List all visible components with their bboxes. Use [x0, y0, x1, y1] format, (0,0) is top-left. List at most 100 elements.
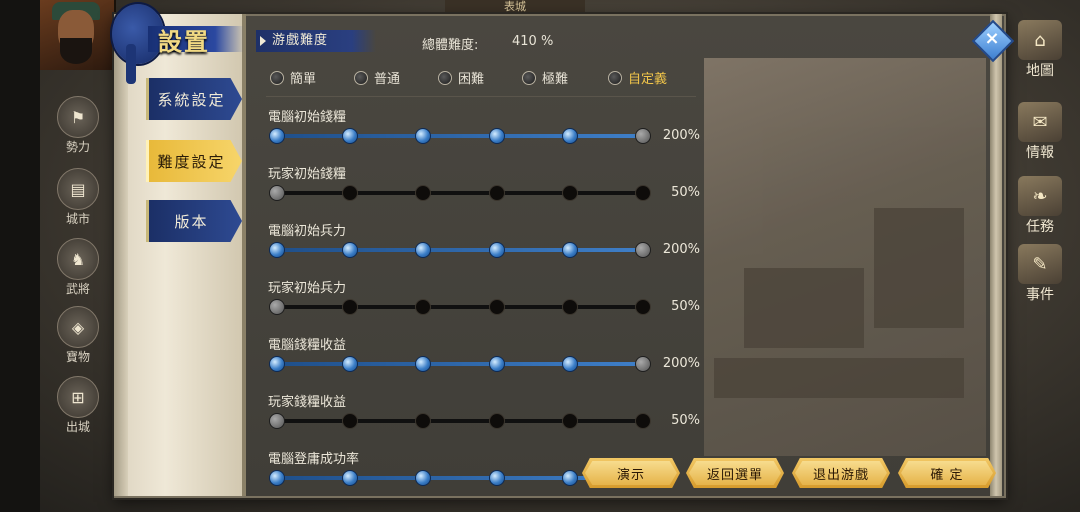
setting-slider[interactable]	[269, 299, 651, 315]
radio-dot-icon	[438, 70, 452, 85]
confirm-button[interactable]: 確 定	[898, 458, 996, 488]
slider-step[interactable]	[342, 299, 359, 315]
slider-step[interactable]	[561, 128, 578, 144]
tab-system-settings[interactable]: 系統設定	[146, 78, 242, 120]
exit-game-button[interactable]: 退出游戲	[792, 458, 890, 488]
slider-step[interactable]	[488, 185, 505, 201]
slider-step[interactable]	[415, 470, 432, 486]
hud-menu-label: 任務	[1026, 219, 1054, 235]
slider-step[interactable]	[415, 299, 432, 315]
slider-step[interactable]	[342, 128, 359, 144]
slider-step[interactable]	[488, 470, 505, 486]
hud-menu-label: 勢力	[65, 140, 90, 154]
slider-track[interactable]	[276, 134, 642, 138]
slider-track[interactable]	[276, 248, 642, 252]
slider-step[interactable]	[561, 470, 578, 486]
slider-step[interactable]	[269, 128, 285, 144]
slider-handle[interactable]	[269, 299, 285, 315]
slider-step[interactable]	[561, 242, 578, 258]
general-icon: ♞	[57, 238, 99, 280]
hud-menu-intel[interactable]: ✉ 情報	[1006, 102, 1074, 162]
radio-label: 困難	[458, 72, 485, 87]
slider-step[interactable]	[415, 356, 432, 372]
slider-step[interactable]	[342, 470, 359, 486]
preview-building	[744, 268, 864, 348]
setting-slider[interactable]	[269, 242, 651, 258]
tab-version[interactable]: 版本	[146, 200, 242, 242]
slider-step[interactable]	[561, 185, 578, 201]
setting-label: 玩家初始錢糧	[268, 167, 347, 182]
hud-menu-sortie[interactable]: ⊞ 出城	[50, 376, 106, 434]
slider-step[interactable]	[342, 185, 359, 201]
slider-step[interactable]	[342, 413, 359, 429]
slider-step[interactable]	[488, 242, 505, 258]
section-title: 游戲難度	[256, 30, 376, 52]
slider-handle[interactable]	[269, 185, 285, 201]
setting-value: 50%	[671, 413, 700, 428]
radio-normal[interactable]: 普通	[354, 68, 400, 87]
radio-easy[interactable]: 簡單	[270, 68, 316, 87]
hud-menu-map[interactable]: ⌂ 地圖	[1006, 20, 1074, 80]
radio-hard[interactable]: 困難	[438, 68, 484, 87]
slider-step[interactable]	[269, 242, 285, 258]
slider-step[interactable]	[415, 185, 432, 201]
hud-menu-treasure[interactable]: ◈ 寶物	[50, 306, 106, 364]
setting-slider[interactable]	[269, 128, 651, 144]
slider-step[interactable]	[561, 413, 578, 429]
slider-step[interactable]	[269, 356, 285, 372]
back-to-menu-button[interactable]: 返回選單	[686, 458, 784, 488]
slider-handle[interactable]	[635, 242, 651, 258]
slider-track[interactable]	[276, 419, 642, 423]
setting-value: 50%	[671, 185, 700, 200]
slider-step[interactable]	[635, 185, 651, 201]
slider-step[interactable]	[415, 242, 432, 258]
slider-step[interactable]	[269, 470, 285, 486]
slider-track[interactable]	[276, 191, 642, 195]
setting-label: 電腦初始錢糧	[268, 110, 347, 125]
slider-step[interactable]	[342, 242, 359, 258]
slider-step[interactable]	[488, 128, 505, 144]
setting-slider[interactable]	[269, 413, 651, 429]
treasure-icon: ◈	[57, 306, 99, 348]
ruler-portrait[interactable]	[40, 0, 116, 70]
hud-menu-city[interactable]: ▤ 城市	[50, 168, 106, 226]
slider-step[interactable]	[635, 413, 651, 429]
hud-menu-label: 地圖	[1026, 63, 1054, 79]
radio-dot-icon	[270, 70, 284, 85]
overall-difficulty-label: 總體難度:	[422, 38, 479, 53]
radio-dot-icon	[522, 70, 536, 85]
hud-menu-faction[interactable]: ⚑ 勢力	[50, 96, 106, 154]
hud-menu-missions[interactable]: ❧ 任務	[1006, 176, 1074, 236]
hud-menu-events[interactable]: ✎ 事件	[1006, 244, 1074, 304]
slider-step[interactable]	[488, 413, 505, 429]
demo-button[interactable]: 演示	[582, 458, 680, 488]
slider-step[interactable]	[635, 299, 651, 315]
tab-difficulty-settings[interactable]: 難度設定	[146, 140, 242, 182]
radio-label: 簡單	[290, 72, 317, 87]
slider-step[interactable]	[561, 299, 578, 315]
setting-slider[interactable]	[269, 185, 651, 201]
slider-handle[interactable]	[635, 356, 651, 372]
radio-extreme[interactable]: 極難	[522, 68, 568, 87]
intel-icon: ✉	[1018, 102, 1062, 142]
slider-step[interactable]	[415, 413, 432, 429]
slider-step[interactable]	[488, 299, 505, 315]
slider-handle[interactable]	[269, 413, 285, 429]
slider-handle[interactable]	[635, 128, 651, 144]
slider-step[interactable]	[488, 356, 505, 372]
radio-custom[interactable]: 自定義	[608, 68, 667, 87]
slider-step[interactable]	[561, 356, 578, 372]
setting-slider[interactable]	[269, 356, 651, 372]
divider	[266, 96, 696, 97]
radio-label: 極難	[542, 72, 569, 87]
setting-value: 50%	[671, 299, 700, 314]
hud-menu-generals[interactable]: ♞ 武將	[50, 238, 106, 296]
slider-step[interactable]	[415, 128, 432, 144]
dialog-scroll-right	[990, 14, 1002, 496]
setting-value: 200%	[662, 128, 700, 143]
slider-step[interactable]	[342, 356, 359, 372]
radio-dot-icon	[608, 70, 622, 85]
slider-track[interactable]	[276, 362, 642, 366]
slider-track[interactable]	[276, 305, 642, 309]
radio-label: 普通	[374, 72, 401, 87]
